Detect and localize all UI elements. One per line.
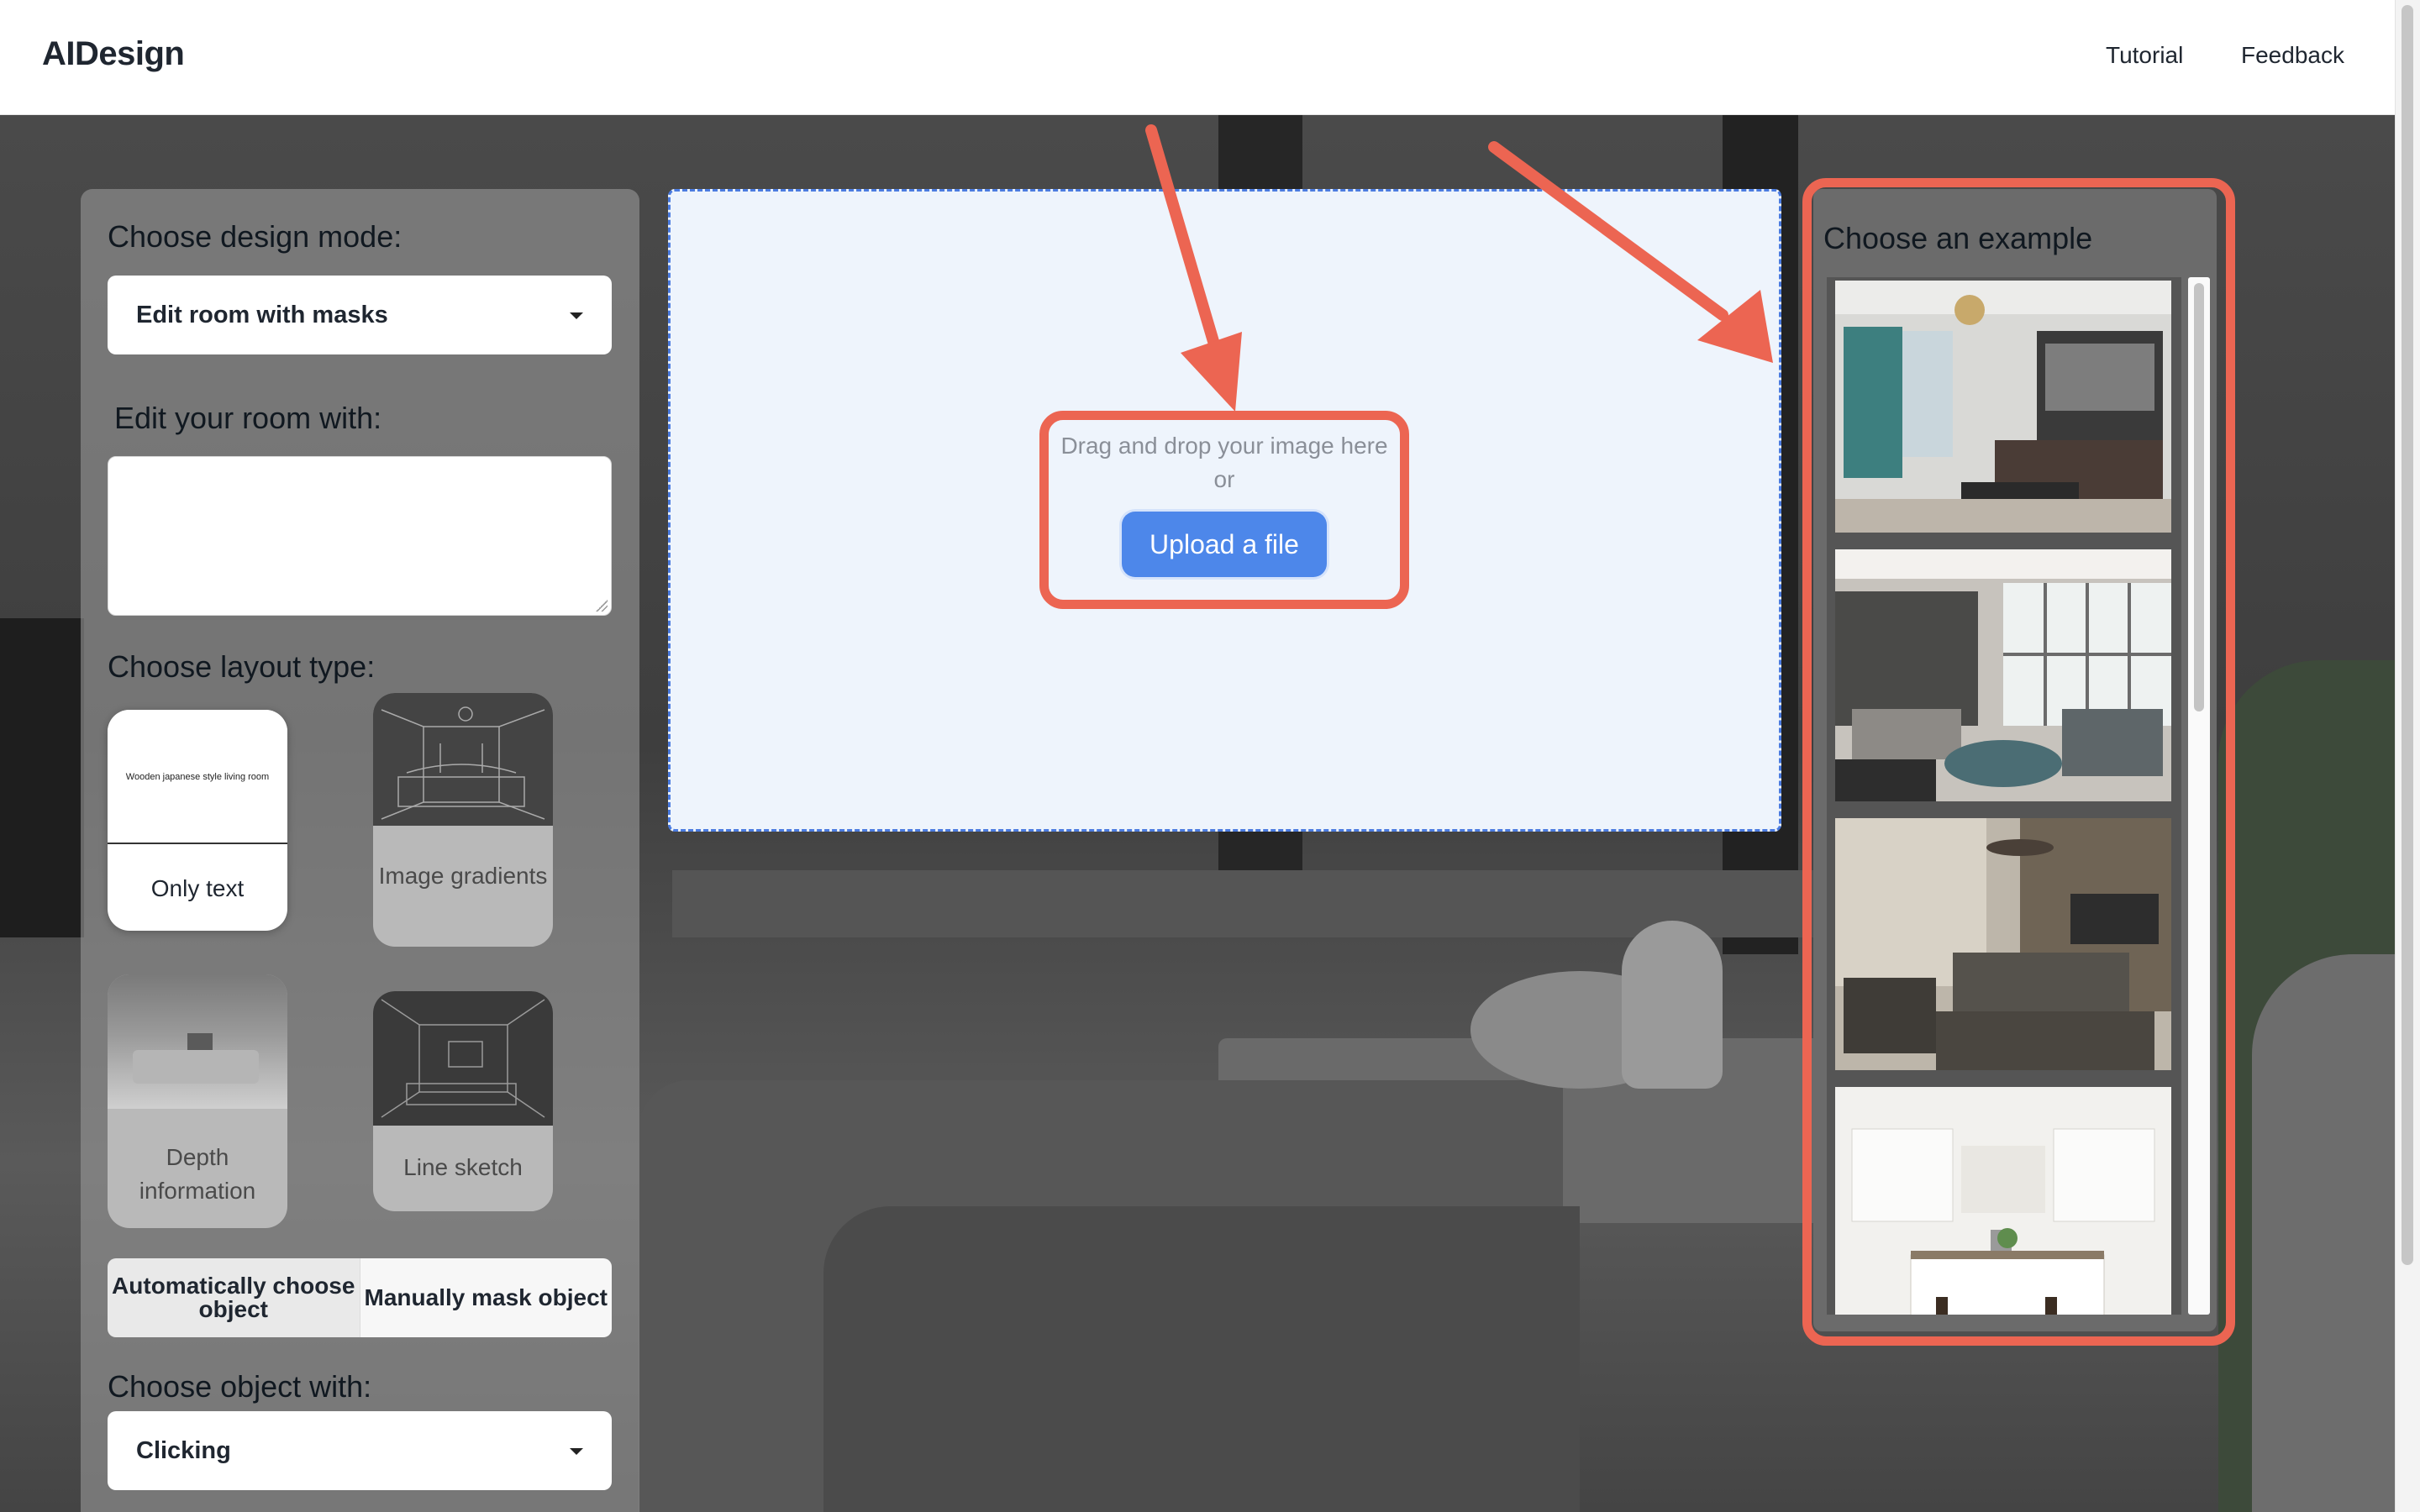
layout-option-image-gradients[interactable]: Image gradients [373, 693, 553, 947]
object-select-heading: Choose object with: [108, 1369, 372, 1404]
layout-option-label: Depth information [139, 1144, 256, 1204]
annotation-highlight-upload [1039, 411, 1409, 609]
mask-mode-toggle: Automatically choose object Manually mas… [108, 1258, 612, 1337]
layout-option-line-sketch[interactable]: Line sketch [373, 991, 553, 1211]
thumbnail-caption: Wooden japanese style living room [125, 772, 270, 782]
page-scrollbar-thumb[interactable] [2402, 5, 2413, 1265]
nav-feedback-link[interactable]: Feedback [2241, 42, 2344, 69]
object-select[interactable]: Clicking [108, 1411, 612, 1490]
layout-option-depth[interactable]: Depth information [108, 974, 287, 1228]
only-text-thumbnail: Wooden japanese style living room [108, 710, 287, 844]
upload-file-button[interactable]: Upload a file [1122, 512, 1327, 577]
nav-tutorial-link[interactable]: Tutorial [2106, 42, 2183, 69]
depth-thumbnail [108, 974, 287, 1109]
object-select-value: Clicking [136, 1436, 231, 1464]
layout-option-label: Only text [150, 875, 245, 901]
chevron-down-icon [570, 1448, 583, 1455]
edit-room-heading: Edit your room with: [114, 401, 382, 435]
design-mode-heading: Choose design mode: [108, 219, 402, 254]
image-gradients-thumbnail [373, 693, 553, 826]
layout-option-only-text[interactable]: Wooden japanese style living room Only t… [108, 710, 287, 931]
resize-handle-icon[interactable] [596, 600, 608, 612]
layout-option-label: Image gradients [378, 863, 548, 889]
design-options-panel: Choose design mode: Edit room with masks… [81, 189, 639, 1512]
design-mode-value: Edit room with masks [136, 301, 388, 328]
chevron-down-icon [570, 312, 583, 319]
layout-type-heading: Choose layout type: [108, 649, 376, 684]
auto-choose-object-button[interactable]: Automatically choose object [108, 1258, 360, 1337]
line-sketch-thumbnail [373, 991, 553, 1126]
brand-logo[interactable]: AIDesign [42, 35, 185, 73]
design-mode-select[interactable]: Edit room with masks [108, 276, 612, 354]
annotation-highlight-examples [1802, 178, 2235, 1346]
top-navbar: AIDesign Tutorial Feedback [0, 0, 2395, 115]
layout-option-label: Line sketch [403, 1154, 523, 1180]
manual-mask-object-button[interactable]: Manually mask object [359, 1258, 612, 1337]
